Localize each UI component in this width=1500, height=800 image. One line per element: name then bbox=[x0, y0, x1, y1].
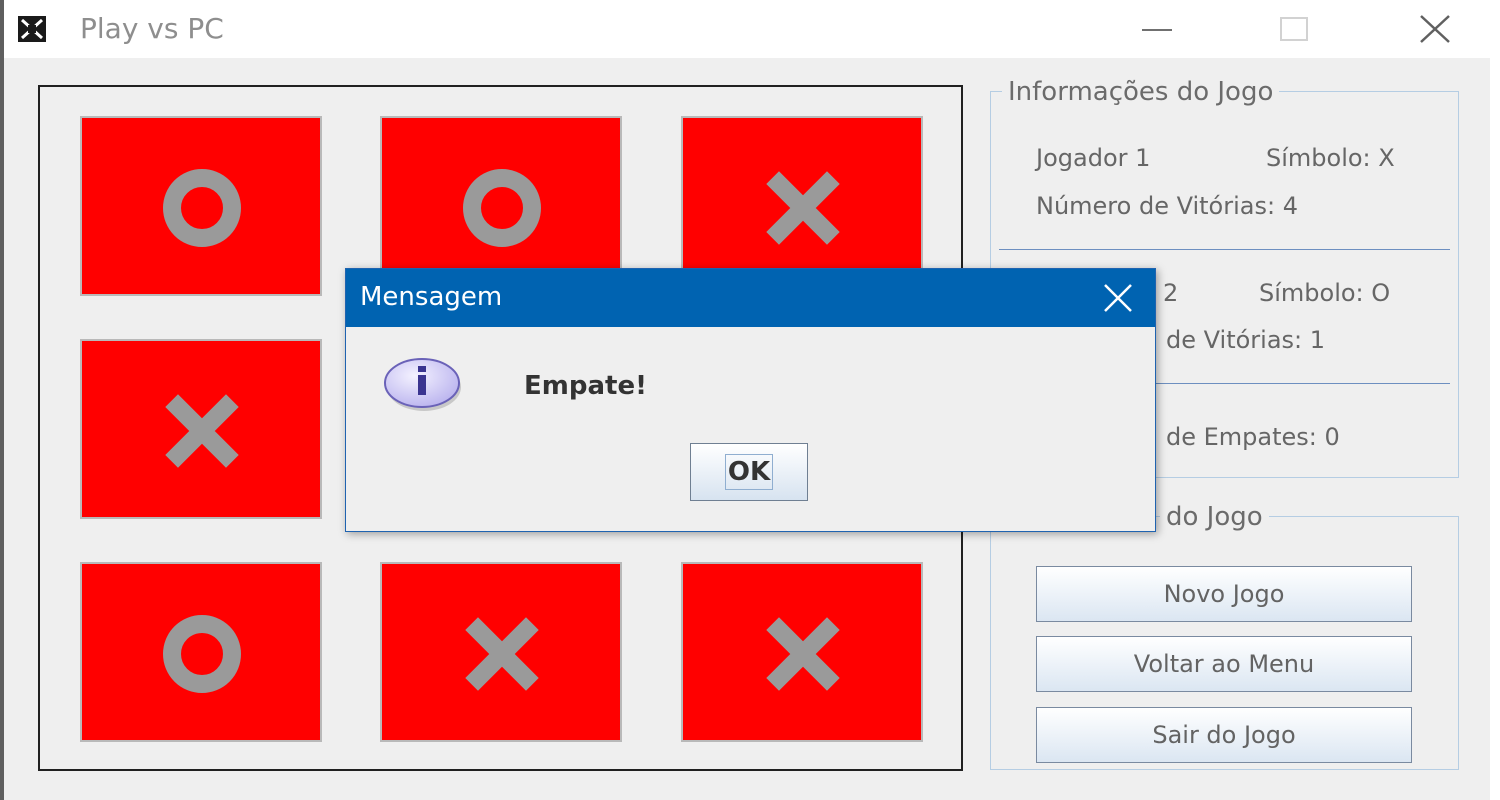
board-cell-8[interactable] bbox=[380, 562, 622, 742]
dialog-message: Empate! bbox=[524, 371, 647, 401]
minimize-button[interactable] bbox=[1122, 0, 1192, 58]
window-title: Play vs PC bbox=[80, 12, 224, 45]
close-icon bbox=[1104, 284, 1132, 312]
dialog-title: Mensagem bbox=[360, 282, 503, 312]
ok-button-label: OK bbox=[724, 454, 774, 490]
maximize-icon bbox=[1280, 17, 1308, 41]
exit-game-button[interactable]: Sair do Jogo bbox=[1036, 707, 1412, 763]
game-info-legend: Informações do Jogo bbox=[1002, 77, 1280, 107]
game-window: Play vs PC Informações do Jogo Jogador 1… bbox=[0, 0, 1500, 800]
window-right-border bbox=[1490, 0, 1500, 800]
back-to-menu-button[interactable]: Voltar ao Menu bbox=[1036, 636, 1412, 692]
player2-name: 2 bbox=[1163, 279, 1179, 307]
cell-mark bbox=[766, 617, 840, 691]
cell-mark bbox=[165, 394, 239, 468]
x-mark bbox=[766, 171, 840, 245]
board-cell-1[interactable] bbox=[80, 116, 322, 296]
window-titlebar[interactable]: Play vs PC bbox=[4, 0, 1490, 58]
player2-symbol: Símbolo: O bbox=[1259, 279, 1391, 307]
cell-mark bbox=[465, 617, 539, 691]
o-mark bbox=[163, 169, 241, 247]
draws-count: de Empates: 0 bbox=[1166, 423, 1340, 451]
x-mark bbox=[766, 617, 840, 691]
window-left-border bbox=[0, 0, 4, 800]
dialog-close-button[interactable] bbox=[1081, 269, 1155, 327]
board-cell-4[interactable] bbox=[80, 339, 322, 519]
player1-wins: Número de Vitórias: 4 bbox=[1036, 192, 1298, 220]
cell-mark bbox=[163, 615, 241, 693]
info-separator bbox=[999, 249, 1450, 250]
cell-mark bbox=[163, 169, 241, 247]
java-duke-icon bbox=[18, 16, 46, 42]
x-mark bbox=[165, 394, 239, 468]
maximize-button[interactable] bbox=[1259, 0, 1329, 58]
board-cell-7[interactable] bbox=[80, 562, 322, 742]
close-window-button[interactable] bbox=[1401, 0, 1471, 58]
minimize-icon bbox=[1142, 29, 1172, 31]
ok-button[interactable]: OK bbox=[690, 443, 808, 501]
info-icon bbox=[384, 358, 461, 411]
o-mark bbox=[463, 169, 541, 247]
x-mark bbox=[465, 617, 539, 691]
game-options-legend: do Jogo bbox=[1160, 502, 1269, 532]
o-mark bbox=[163, 615, 241, 693]
player2-wins: de Vitórias: 1 bbox=[1166, 326, 1326, 354]
close-icon bbox=[1420, 15, 1450, 43]
player1-symbol: Símbolo: X bbox=[1266, 144, 1395, 172]
new-game-button[interactable]: Novo Jogo bbox=[1036, 566, 1412, 622]
message-dialog: Mensagem Empate! OK bbox=[345, 268, 1156, 532]
dialog-titlebar[interactable]: Mensagem bbox=[346, 269, 1155, 327]
board-cell-9[interactable] bbox=[681, 562, 923, 742]
player1-name: Jogador 1 bbox=[1036, 144, 1151, 172]
